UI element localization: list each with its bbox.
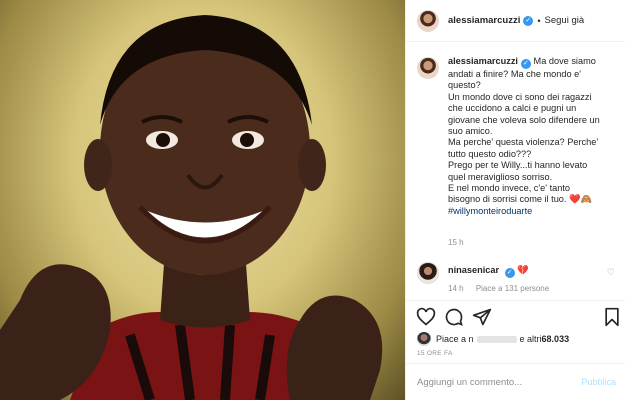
caption-line: andati a finire? Ma che mondo e' [448, 69, 582, 79]
post-timestamp: 15 ORE FA [417, 350, 453, 357]
author-username[interactable]: alessiamarcuzzi [448, 15, 520, 26]
post-caption: alessiamarcuzzi ✓ Ma dove siamo andati a … [417, 56, 617, 217]
caption-author-avatar[interactable] [417, 57, 439, 79]
smiling-boy-portrait [0, 15, 383, 400]
comment-row: ninasenicar ✓ 💔 ♡ [417, 262, 622, 284]
caption-line: tutto questo odio??? [448, 148, 532, 159]
likes-summary[interactable]: Piace a n e altri 68.033 [417, 332, 569, 346]
blurred-username [476, 335, 517, 343]
comment-likes[interactable]: Piace a 131 persone [476, 284, 549, 293]
commenter-avatar[interactable] [417, 262, 439, 284]
caption-line: quel meraviglioso sorriso. [448, 171, 553, 182]
likes-prefix: Piace a n [436, 334, 474, 344]
caption-time: 15 h [448, 238, 464, 247]
post-photo[interactable] [0, 0, 405, 400]
share-icon[interactable] [472, 307, 492, 327]
comment-like-heart-icon[interactable]: ♡ [607, 267, 615, 278]
likes-count: 68.033 [541, 334, 570, 344]
likes-suffix: e altri [519, 334, 542, 344]
comment-text: 💔 [517, 265, 529, 275]
bookmark-icon[interactable] [602, 307, 622, 327]
comment-input[interactable]: Aggiungi un commento... [417, 377, 581, 388]
commenter-username-text[interactable]: ninasenicar [448, 265, 499, 275]
hashtag-link[interactable]: #willymonteiroduarte [448, 206, 616, 217]
caption-line: giovane che voleva solo difendere un [448, 114, 600, 125]
separator-dot: • [537, 15, 541, 26]
caption-line: bisogno di sorrisi come il tuo. ❤️🙈 [448, 194, 592, 205]
comment-meta: 14 h Piace a 131 persone [448, 284, 559, 293]
post-header: alessiamarcuzzi ✓ • Segui già [406, 0, 625, 42]
commenter-verified-badge-icon: ✓ [504, 268, 515, 278]
caption-line: Ma dove siamo [533, 56, 596, 66]
verified-badge-icon: ✓ [523, 15, 534, 26]
post-side-panel: alessiamarcuzzi ✓ • Segui già alessiamar… [405, 0, 625, 400]
comment-time: 14 h [448, 284, 464, 293]
caption-text: alessiamarcuzzi ✓ Ma dove siamo andati a … [448, 56, 616, 217]
liker-avatar [417, 332, 431, 346]
comment-icon[interactable] [444, 307, 464, 327]
follow-status-button[interactable]: Segui già [545, 15, 585, 26]
caption-line: Un mondo dove ci sono dei ragazzi [448, 91, 592, 102]
author-avatar[interactable] [417, 9, 439, 32]
caption-verified-badge-icon: ✓ [520, 59, 531, 69]
add-comment-bar: Aggiungi un commento... Pubblica [406, 363, 625, 400]
caption-line: questo? [448, 80, 481, 91]
caption-line: Ma perche' questa violenza? Perche' [448, 137, 599, 148]
caption-line: E nel mondo invece, c'e' tanto [448, 183, 570, 194]
caption-line: suo amico. [448, 126, 493, 137]
caption-line: che uccidono a calci e pugni un [448, 103, 577, 114]
caption-username[interactable]: alessiamarcuzzi [448, 56, 518, 66]
heart-icon[interactable] [416, 307, 436, 327]
commenter-username[interactable]: ninasenicar ✓ 💔 [448, 265, 529, 284]
publish-button[interactable]: Pubblica [581, 377, 616, 387]
caption-line: Prego per te Willy...ti hanno levato [448, 160, 588, 171]
post-actions-bar [406, 300, 625, 330]
